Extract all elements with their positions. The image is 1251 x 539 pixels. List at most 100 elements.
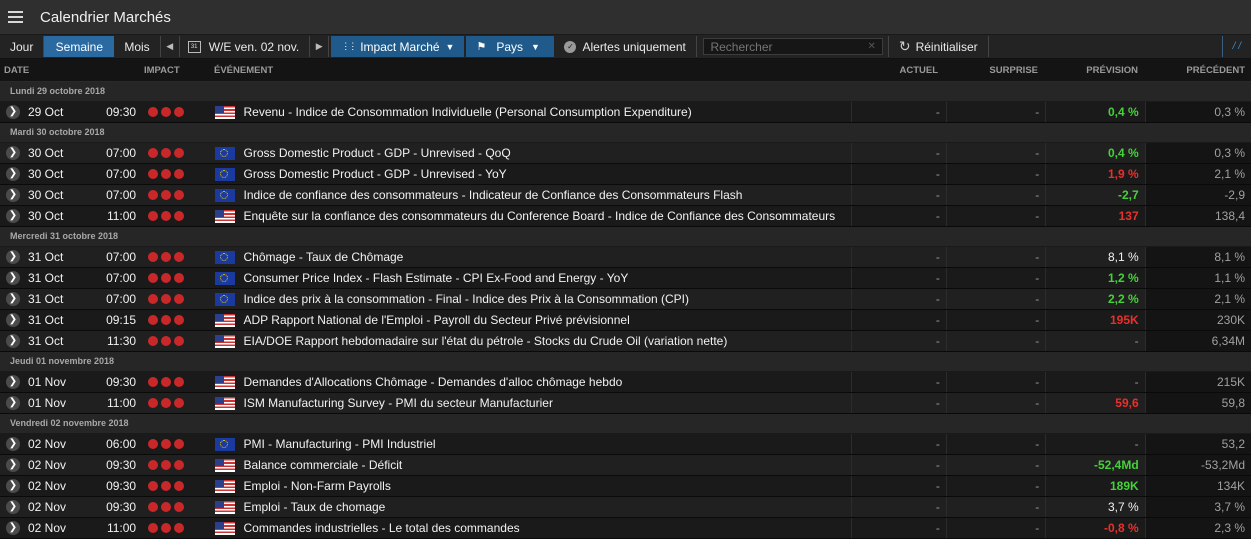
table-row[interactable]: ❯ 30 Oct 07:00 Indice de confiance des cons… — [0, 185, 1251, 206]
table-row[interactable]: ❯ 31 Oct 09:15 ADP Rapport National de l'Em… — [0, 310, 1251, 331]
event-name[interactable]: Indice de confiance des consommateurs - … — [239, 188, 851, 202]
impact-dot-icon — [148, 377, 159, 387]
event-name[interactable]: Revenu - Indice de Consommation Individu… — [239, 105, 851, 119]
chevron-right-icon[interactable]: ❯ — [6, 500, 20, 514]
view-week-button[interactable]: Semaine — [44, 36, 115, 57]
chevron-right-icon[interactable]: ❯ — [6, 167, 20, 181]
chevron-right-icon[interactable]: ❯ — [6, 479, 20, 493]
table-row[interactable]: ❯ 29 Oct 09:30 Revenu - Indice de Consommat… — [0, 102, 1251, 123]
chevron-right-icon[interactable]: ❯ — [6, 188, 20, 202]
event-name[interactable]: Emploi - Taux de chomage — [239, 500, 851, 514]
actual-value: - — [851, 206, 945, 226]
impact-dot-icon — [174, 252, 185, 262]
country-cell — [210, 334, 240, 348]
event-name[interactable]: Consumer Price Index - Flash Estimate - … — [239, 271, 851, 285]
previous-value: 53,2 — [1144, 434, 1251, 454]
impact-indicator — [140, 169, 210, 179]
table-row[interactable]: ❯ 02 Nov 11:00 Commandes industrielles - Le… — [0, 518, 1251, 539]
surprise-value: - — [945, 393, 1045, 413]
impact-dot-icon — [174, 148, 185, 158]
table-row[interactable]: ❯ 31 Oct 11:30 EIA/DOE Rapport hebdomadaire… — [0, 331, 1251, 352]
chevron-right-icon[interactable]: ❯ — [6, 375, 20, 389]
chevron-right-icon[interactable]: ❯ — [6, 146, 20, 160]
country-cell — [210, 375, 240, 389]
impact-dot-icon — [161, 148, 172, 158]
table-row[interactable]: ❯ 31 Oct 07:00 Chômage - Taux de Chômage - -8… — [0, 247, 1251, 268]
table-row[interactable]: ❯ 30 Oct 07:00 Gross Domestic Product - GDP… — [0, 143, 1251, 164]
chevron-right-icon[interactable]: ❯ — [6, 521, 20, 535]
chevron-right-icon[interactable]: ❯ — [6, 437, 20, 451]
impact-dot-icon — [174, 315, 185, 325]
impact-dot-icon — [148, 439, 159, 449]
table-row[interactable]: ❯ 01 Nov 11:00 ISM Manufacturing Survey - P… — [0, 393, 1251, 414]
country-filter-label: Pays — [496, 39, 524, 54]
country-cell — [210, 437, 240, 451]
chevron-right-icon[interactable]: ❯ — [6, 313, 20, 327]
impact-dot-icon — [174, 107, 185, 117]
forecast-value: 8,1 % — [1045, 247, 1144, 267]
chevron-right-icon[interactable]: ❯ — [6, 334, 20, 348]
search-input[interactable] — [703, 38, 884, 55]
reset-button[interactable]: ↻ Réinitialiser — [889, 36, 988, 57]
date-cell: ❯ 30 Oct — [0, 188, 94, 202]
table-row[interactable]: ❯ 01 Nov 09:30 Demandes d'Allocations Chôma… — [0, 372, 1251, 393]
column-date[interactable]: DATE — [0, 65, 137, 76]
date-cell: ❯ 31 Oct — [0, 313, 94, 327]
impact-indicator — [140, 190, 210, 200]
event-name[interactable]: Chômage - Taux de Chômage — [239, 250, 851, 264]
clear-search-icon[interactable]: ✕ — [867, 41, 875, 52]
chevron-right-icon[interactable]: ❯ — [6, 105, 20, 119]
event-name[interactable]: Gross Domestic Product - GDP - Unrevised… — [239, 146, 851, 160]
column-precedent[interactable]: PRÉCÉDENT — [1144, 65, 1251, 76]
column-actuel[interactable]: ACTUEL — [849, 65, 944, 76]
chevron-right-icon[interactable]: ❯ — [6, 396, 20, 410]
event-name[interactable]: Commandes industrielles - Le total des c… — [239, 521, 851, 535]
week-selector[interactable]: 31 W/E ven. 02 nov. — [180, 36, 310, 57]
event-name[interactable]: Balance commerciale - Déficit — [239, 458, 851, 472]
previous-week-icon[interactable]: ◀ — [161, 36, 179, 57]
event-name[interactable]: Demandes d'Allocations Chômage - Demande… — [239, 375, 851, 389]
table-row[interactable]: ❯ 02 Nov 09:30 Emploi - Taux de chomage - -3,… — [0, 497, 1251, 518]
event-name[interactable]: PMI - Manufacturing - PMI Industriel — [239, 437, 851, 451]
table-row[interactable]: ❯ 02 Nov 06:00 PMI - Manufacturing - PMI In… — [0, 434, 1251, 455]
table-row[interactable]: ❯ 30 Oct 11:00 Enquête sur la confiance des… — [0, 206, 1251, 227]
chevron-right-icon[interactable]: ❯ — [6, 209, 20, 223]
impact-dot-icon — [161, 398, 172, 408]
next-week-icon[interactable]: ▶ — [310, 36, 328, 57]
table-row[interactable]: ❯ 31 Oct 07:00 Consumer Price Index - Flash… — [0, 268, 1251, 289]
event-name[interactable]: Emploi - Non-Farm Payrolls — [239, 479, 851, 493]
event-name[interactable]: ADP Rapport National de l'Emploi - Payro… — [239, 313, 851, 327]
column-impact[interactable]: IMPACT — [137, 65, 207, 76]
impact-indicator — [140, 107, 210, 117]
column-prevision[interactable]: PRÉVISION — [1044, 65, 1144, 76]
impact-dot-icon — [174, 190, 185, 200]
table-row[interactable]: ❯ 02 Nov 09:30 Emploi - Non-Farm Payrolls - -… — [0, 476, 1251, 497]
view-month-button[interactable]: Mois — [114, 36, 159, 57]
event-name[interactable]: EIA/DOE Rapport hebdomadaire sur l'état … — [239, 334, 851, 348]
event-date: 02 Nov — [28, 521, 67, 535]
forecast-value: 195K — [1045, 310, 1144, 330]
event-name[interactable]: Indice des prix à la consommation - Fina… — [239, 292, 851, 306]
event-name[interactable]: ISM Manufacturing Survey - PMI du secteu… — [239, 396, 851, 410]
column-event[interactable]: ÉVÉNEMENT — [207, 65, 849, 76]
table-row[interactable]: ❯ 31 Oct 07:00 Indice des prix à la consomm… — [0, 289, 1251, 310]
event-date: 31 Oct — [28, 292, 64, 306]
alerts-only-toggle[interactable]: ✓ Alertes uniquement — [554, 36, 696, 57]
table-row[interactable]: ❯ 02 Nov 09:30 Balance commerciale - Défici… — [0, 455, 1251, 476]
impact-filter-button[interactable]: ⋮⋮ Impact Marché ▼ — [331, 36, 465, 57]
chevron-right-icon[interactable]: ❯ — [6, 250, 20, 264]
hamburger-menu-icon[interactable] — [0, 0, 30, 34]
chevron-right-icon[interactable]: ❯ — [6, 271, 20, 285]
forecast-value: 1,2 % — [1045, 268, 1144, 288]
table-row[interactable]: ❯ 30 Oct 07:00 Gross Domestic Product - GDP… — [0, 164, 1251, 185]
impact-dot-icon — [148, 502, 159, 512]
view-day-button[interactable]: Jour — [0, 36, 43, 57]
event-name[interactable]: Enquête sur la confiance des consommateu… — [239, 209, 851, 223]
column-surprise[interactable]: SURPRISE — [944, 65, 1044, 76]
forecast-value: -0,8 % — [1045, 518, 1144, 538]
chevron-right-icon[interactable]: ❯ — [6, 458, 20, 472]
corner-indicator[interactable]: / / — [1221, 36, 1251, 57]
country-filter-button[interactable]: ⚑ Pays ▼ — [466, 36, 555, 57]
chevron-right-icon[interactable]: ❯ — [6, 292, 20, 306]
event-name[interactable]: Gross Domestic Product - GDP - Unrevised… — [239, 167, 851, 181]
